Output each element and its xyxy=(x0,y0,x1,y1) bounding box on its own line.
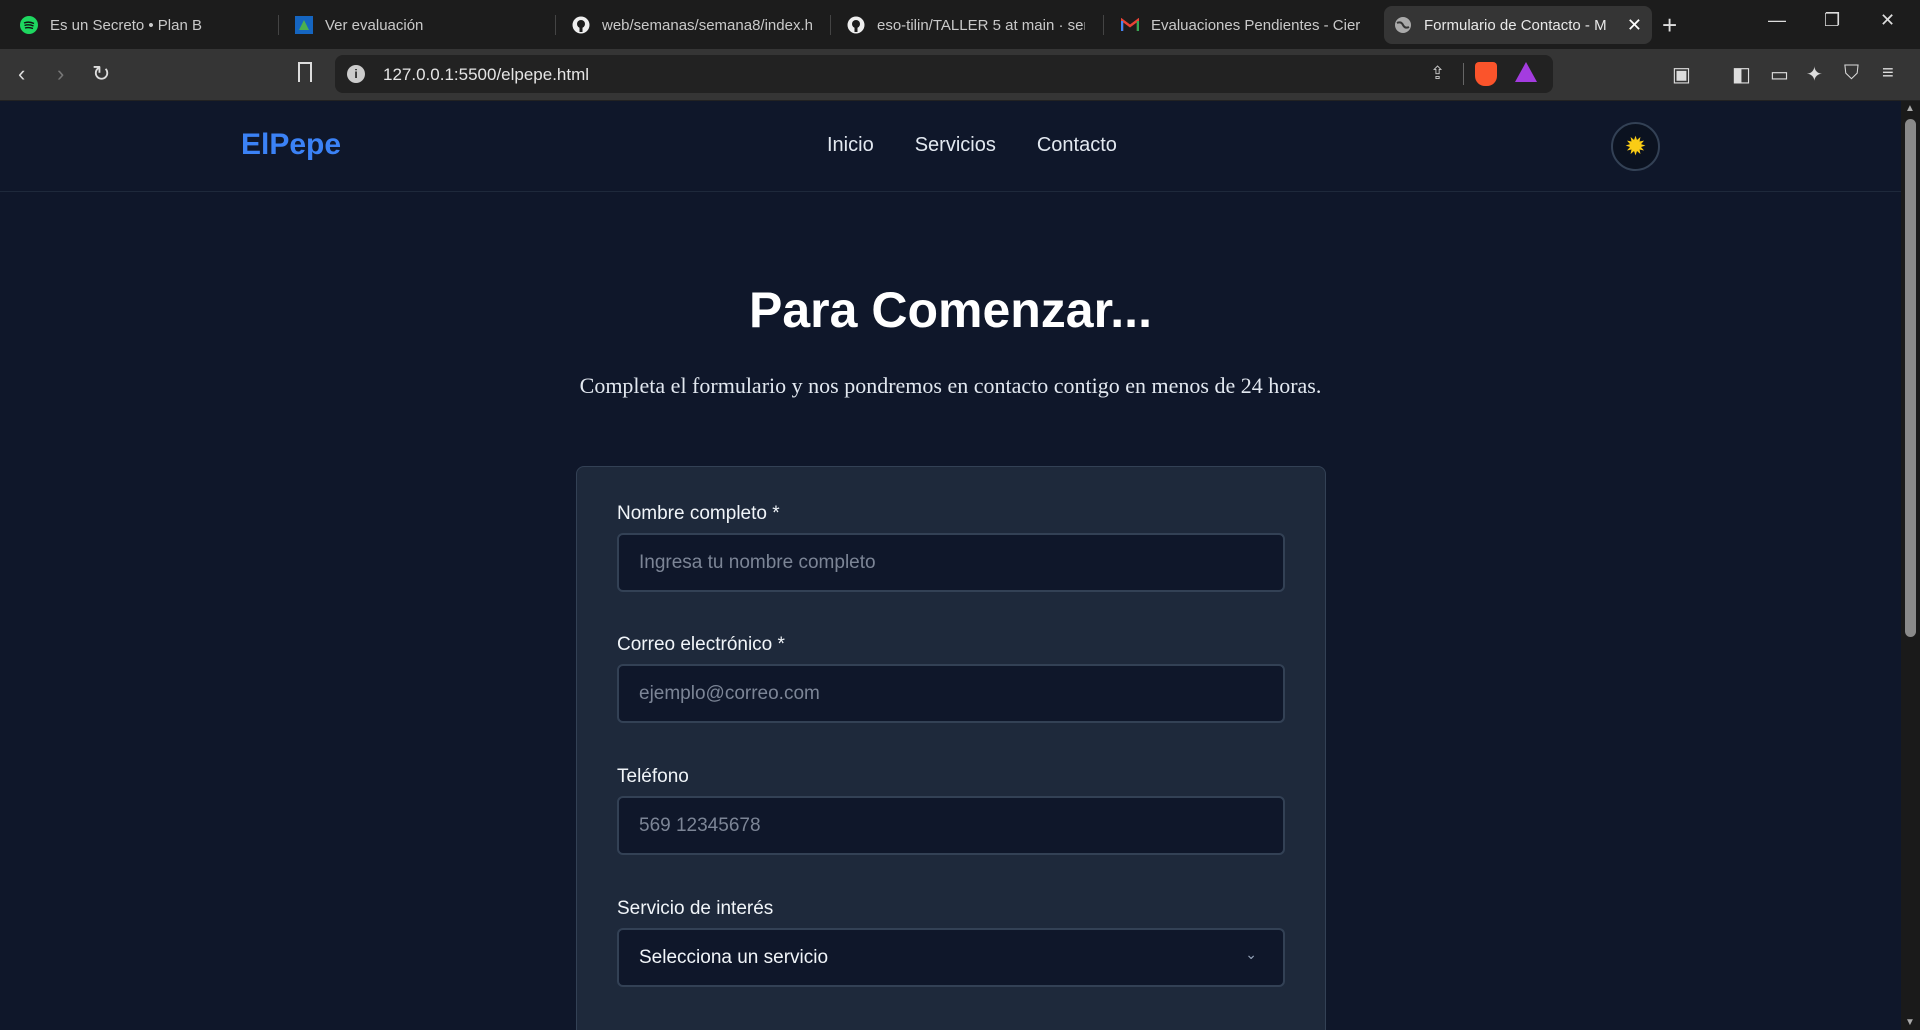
vpn-icon[interactable]: ⛉ xyxy=(1844,62,1859,85)
tab-separator xyxy=(555,15,556,35)
reader-mode-icon[interactable]: ▣ xyxy=(1672,62,1691,87)
menu-icon[interactable]: ≡ xyxy=(1882,62,1894,85)
github-icon xyxy=(572,16,590,34)
share-icon[interactable]: ⇪ xyxy=(1430,63,1445,84)
page-subtitle: Completa el formulario y nos pondremos e… xyxy=(579,373,1322,398)
omnibox-separator xyxy=(1463,63,1464,85)
tab-title: Formulario de Contacto - M xyxy=(1424,16,1607,34)
browser-toolbar: ‹ › ↻ i 127.0.0.1:5500/elpepe.html ⇪ ▣ ◧… xyxy=(0,49,1920,101)
spotify-icon xyxy=(20,16,38,34)
tab-github-taller5[interactable]: eso-tilin/TALLER 5 at main · sem xyxy=(837,6,1095,44)
url-text[interactable]: 127.0.0.1:5500/elpepe.html xyxy=(383,65,589,85)
nav-link-inicio[interactable]: Inicio xyxy=(827,134,874,157)
name-input[interactable] xyxy=(617,533,1285,592)
github-icon xyxy=(847,16,865,34)
wallet-icon[interactable]: ▭ xyxy=(1770,62,1789,87)
tab-title: Ver evaluación xyxy=(325,16,424,34)
page-viewport: ElPepe Inicio Servicios Contacto ✹ Para … xyxy=(0,101,1901,1030)
bookmark-icon[interactable] xyxy=(298,62,312,82)
tab-separator xyxy=(1103,15,1104,35)
scroll-up-icon[interactable]: ▲ xyxy=(1905,103,1915,114)
tab-evaluacion[interactable]: Ver evaluación xyxy=(285,6,550,44)
phone-input[interactable] xyxy=(617,796,1285,855)
site-header: ElPepe Inicio Servicios Contacto ✹ xyxy=(0,101,1901,192)
restore-icon[interactable]: ❐ xyxy=(1824,10,1840,31)
page-scrollbar[interactable]: ▲ ▼ xyxy=(1901,101,1920,1030)
tab-separator xyxy=(830,15,831,35)
back-icon[interactable]: ‹ xyxy=(18,61,25,87)
email-label: Correo electrónico * xyxy=(617,634,785,655)
reload-icon[interactable]: ↻ xyxy=(92,61,110,87)
tab-separator xyxy=(278,15,279,35)
phone-label: Teléfono xyxy=(617,766,689,787)
tab-formulario-contacto[interactable]: Formulario de Contacto - M ✕ xyxy=(1384,6,1652,44)
tab-spotify[interactable]: Es un Secreto • Plan B xyxy=(10,6,270,44)
forward-icon[interactable]: › xyxy=(57,61,64,87)
app-icon xyxy=(295,16,313,34)
scroll-thumb[interactable] xyxy=(1905,119,1916,637)
browser-tab-bar: Es un Secreto • Plan B Ver evaluación we… xyxy=(0,0,1920,49)
email-input[interactable] xyxy=(617,664,1285,723)
tab-github-semana8[interactable]: web/semanas/semana8/index.h xyxy=(562,6,822,44)
new-tab-button[interactable]: + xyxy=(1662,10,1677,41)
tab-gmail[interactable]: Evaluaciones Pendientes - Cierre xyxy=(1111,6,1371,44)
service-select[interactable]: Selecciona un servicio ⌄ xyxy=(617,928,1285,987)
nav-link-servicios[interactable]: Servicios xyxy=(915,134,996,157)
tab-title: eso-tilin/TALLER 5 at main · sem xyxy=(877,16,1085,34)
service-select-value: Selecciona un servicio xyxy=(639,946,829,968)
chevron-down-icon: ⌄ xyxy=(1245,946,1257,962)
sidebar-icon[interactable]: ◧ xyxy=(1732,62,1751,87)
tab-title: Evaluaciones Pendientes - Cierre xyxy=(1151,16,1361,34)
service-label: Servicio de interés xyxy=(617,898,774,919)
theme-toggle-button[interactable]: ✹ xyxy=(1611,122,1660,171)
scroll-down-icon[interactable]: ▼ xyxy=(1905,1017,1915,1028)
globe-icon xyxy=(1394,16,1412,34)
gmail-icon xyxy=(1121,16,1139,34)
site-nav: Inicio Servicios Contacto xyxy=(827,134,1117,157)
address-bar[interactable]: i 127.0.0.1:5500/elpepe.html ⇪ xyxy=(335,55,1553,93)
close-icon[interactable]: ✕ xyxy=(1627,15,1642,36)
page-title: Para Comenzar... xyxy=(749,282,1152,338)
tab-title: web/semanas/semana8/index.h xyxy=(602,16,812,34)
nav-link-contacto[interactable]: Contacto xyxy=(1037,134,1117,157)
tab-title: Es un Secreto • Plan B xyxy=(50,16,202,34)
minimize-icon[interactable]: — xyxy=(1768,10,1786,31)
site-logo[interactable]: ElPepe xyxy=(241,128,341,162)
brave-rewards-icon[interactable] xyxy=(1515,62,1537,82)
site-info-icon[interactable]: i xyxy=(347,65,365,83)
window-close-icon[interactable]: ✕ xyxy=(1880,10,1895,31)
contact-form: Nombre completo * Correo electrónico * T… xyxy=(576,466,1326,1030)
name-label: Nombre completo * xyxy=(617,503,780,524)
sun-icon: ✹ xyxy=(1624,131,1647,161)
brave-shields-icon[interactable] xyxy=(1475,62,1497,86)
leo-ai-icon[interactable]: ✦ xyxy=(1806,62,1823,87)
